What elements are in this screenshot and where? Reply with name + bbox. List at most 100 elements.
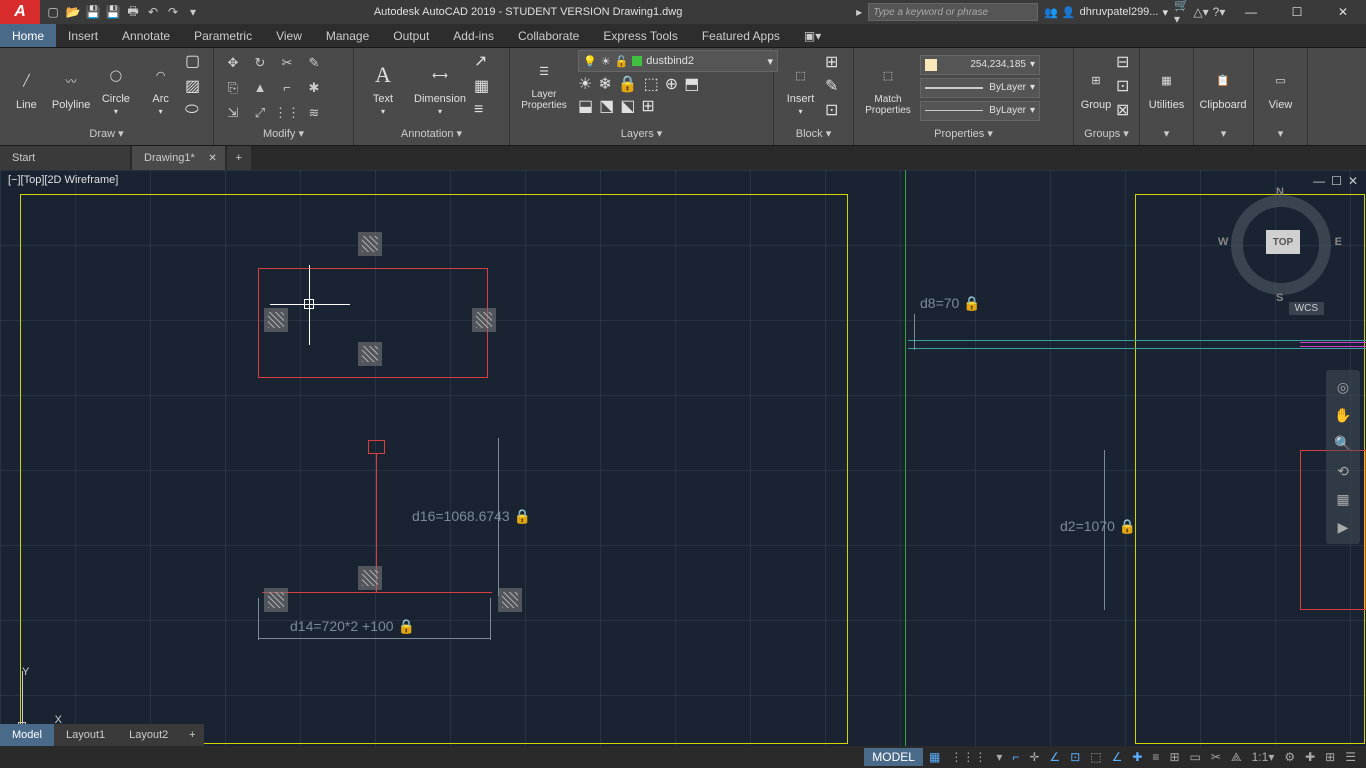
panel-layers-label[interactable]: Layers ▾	[510, 127, 773, 145]
panel-annotation-label[interactable]: Annotation ▾	[354, 127, 509, 145]
grip[interactable]	[358, 342, 382, 366]
status-osnap-icon[interactable]: ⊡	[1066, 748, 1084, 766]
grip[interactable]	[358, 566, 382, 590]
status-sc-icon[interactable]: ✂	[1207, 748, 1225, 766]
vp-close-icon[interactable]: ✕	[1348, 174, 1358, 188]
layout-add[interactable]: +	[180, 724, 204, 746]
status-dyn-icon[interactable]: ✚	[1128, 748, 1146, 766]
offset-icon[interactable]: ≋	[301, 101, 327, 125]
nav-play-icon[interactable]: ▶	[1332, 516, 1354, 538]
text-tool[interactable]: AText▾	[360, 59, 406, 116]
lineweight-dropdown[interactable]: ByLayer▾	[920, 78, 1040, 98]
ellipse-icon[interactable]: ⬭	[185, 101, 207, 125]
fillet-icon[interactable]: ⌐	[274, 76, 300, 100]
status-polar-icon[interactable]: ✛	[1025, 748, 1043, 766]
open-icon[interactable]: 📂	[64, 3, 82, 21]
status-ws-icon[interactable]: ⚙	[1280, 748, 1299, 766]
undo-icon[interactable]: ↶	[144, 3, 162, 21]
viewcube[interactable]: TOP N S E W	[1226, 190, 1336, 300]
tab-collaborate[interactable]: Collaborate	[506, 24, 591, 47]
vp-minimize-icon[interactable]: —	[1313, 174, 1325, 188]
status-iso-icon[interactable]: ∠	[1045, 748, 1064, 766]
layer-tool-2-icon[interactable]: ❄	[598, 74, 611, 94]
tab-start[interactable]: Start	[0, 146, 130, 170]
arc-tool[interactable]: ◠Arc▾	[140, 59, 181, 116]
app-logo[interactable]: A	[0, 0, 40, 24]
status-am-icon[interactable]: ✚	[1301, 748, 1319, 766]
nav-pan-icon[interactable]: ✋	[1332, 404, 1354, 426]
tab-insert[interactable]: Insert	[56, 24, 110, 47]
tab-drawing1[interactable]: Drawing1*✕	[132, 146, 225, 170]
maximize-button[interactable]: ☐	[1274, 0, 1320, 24]
panel-view-label[interactable]: ▾	[1254, 127, 1307, 145]
group-tool[interactable]: ⊞Group	[1080, 65, 1112, 111]
layer-properties-tool[interactable]: ☰Layer Properties	[516, 55, 572, 111]
status-lwt-icon[interactable]: ≡	[1148, 748, 1163, 766]
minimize-button[interactable]: —	[1228, 0, 1274, 24]
tab-featured[interactable]: Featured Apps	[690, 24, 792, 47]
tab-overflow-icon[interactable]: ▣▾	[792, 24, 833, 47]
rectangle-icon[interactable]: ▢	[185, 51, 207, 75]
viewcube-s[interactable]: S	[1276, 292, 1283, 304]
status-3dosnap-icon[interactable]: ⬚	[1086, 748, 1105, 766]
new-icon[interactable]: ▢	[44, 3, 62, 21]
layer-tool-8-icon[interactable]: ⬔	[599, 96, 614, 116]
panel-utilities-label[interactable]: ▾	[1140, 127, 1193, 145]
ungroup-icon[interactable]: ⊟	[1116, 52, 1138, 76]
search-trigger-icon[interactable]: ▸	[850, 3, 868, 21]
grip[interactable]	[498, 588, 522, 612]
copy-icon[interactable]: ⎘	[220, 76, 246, 100]
tab-output[interactable]: Output	[381, 24, 441, 47]
panel-draw-label[interactable]: Draw ▾	[0, 127, 213, 145]
leader-icon[interactable]: ↗	[474, 51, 496, 75]
vp-maximize-icon[interactable]: ☐	[1331, 174, 1342, 188]
rotate-icon[interactable]: ↻	[247, 51, 273, 75]
tab-annotate[interactable]: Annotate	[110, 24, 182, 47]
qat-dropdown-icon[interactable]: ▾	[184, 3, 202, 21]
close-tab-icon[interactable]: ✕	[208, 153, 216, 164]
panel-clipboard-label[interactable]: ▾	[1194, 127, 1253, 145]
layer-tool-1-icon[interactable]: ☀	[578, 74, 592, 94]
edit-block-icon[interactable]: ✎	[825, 76, 847, 100]
status-tpy-icon[interactable]: ⊞	[1165, 748, 1183, 766]
status-otrack-icon[interactable]: ∠	[1108, 748, 1127, 766]
view-label[interactable]: [−][Top][2D Wireframe]	[8, 174, 118, 186]
layer-tool-10-icon[interactable]: ⊞	[641, 96, 654, 116]
grip[interactable]	[264, 588, 288, 612]
circle-tool[interactable]: ◯Circle▾	[96, 59, 137, 116]
nav-wheel-icon[interactable]: ◎	[1332, 376, 1354, 398]
table-icon[interactable]: ▦	[474, 76, 496, 100]
viewcube-n[interactable]: N	[1276, 186, 1284, 198]
group-edit-icon[interactable]: ⊡	[1116, 76, 1138, 100]
status-scale[interactable]: 1:1 ▾	[1248, 748, 1279, 766]
insert-tool[interactable]: ⬚Insert▾	[780, 59, 821, 116]
linetype-dropdown[interactable]: ByLayer▾	[920, 101, 1040, 121]
cart-icon[interactable]: 🛒▾	[1174, 3, 1192, 21]
layer-tool-3-icon[interactable]: 🔒	[618, 74, 638, 94]
panel-groups-label[interactable]: Groups ▾	[1074, 127, 1139, 145]
tab-home[interactable]: Home	[0, 24, 56, 47]
erase-icon[interactable]: ✎	[301, 51, 327, 75]
status-ortho-icon[interactable]: ⌐	[1008, 748, 1023, 766]
layout-1[interactable]: Layout1	[54, 724, 117, 746]
status-ui-icon[interactable]: ⊞	[1321, 748, 1339, 766]
line-tool[interactable]: ╱Line	[6, 65, 47, 111]
mirror-icon[interactable]: ▲	[247, 76, 273, 100]
nav-orbit-icon[interactable]: ⟲	[1332, 460, 1354, 482]
wcs-label[interactable]: WCS	[1289, 302, 1324, 315]
clipboard-tool[interactable]: 📋Clipboard	[1200, 65, 1246, 111]
grip[interactable]	[264, 308, 288, 332]
mtext-icon[interactable]: ≡	[474, 101, 496, 125]
help-icon[interactable]: ?▾	[1210, 3, 1228, 21]
grip[interactable]	[472, 308, 496, 332]
layout-2[interactable]: Layout2	[117, 724, 180, 746]
layer-tool-4-icon[interactable]: ⬚	[644, 74, 659, 94]
search-input[interactable]: Type a keyword or phrase	[868, 3, 1038, 21]
match-properties-tool[interactable]: ⬚Match Properties	[860, 60, 916, 116]
panel-block-label[interactable]: Block ▾	[774, 127, 853, 145]
create-block-icon[interactable]: ⊞	[825, 52, 847, 76]
tab-view[interactable]: View	[264, 24, 314, 47]
color-dropdown[interactable]: 254,234,185▾	[920, 55, 1040, 75]
polyline-tool[interactable]: 〰Polyline	[51, 65, 92, 111]
view-tool[interactable]: ▭View	[1260, 65, 1301, 111]
